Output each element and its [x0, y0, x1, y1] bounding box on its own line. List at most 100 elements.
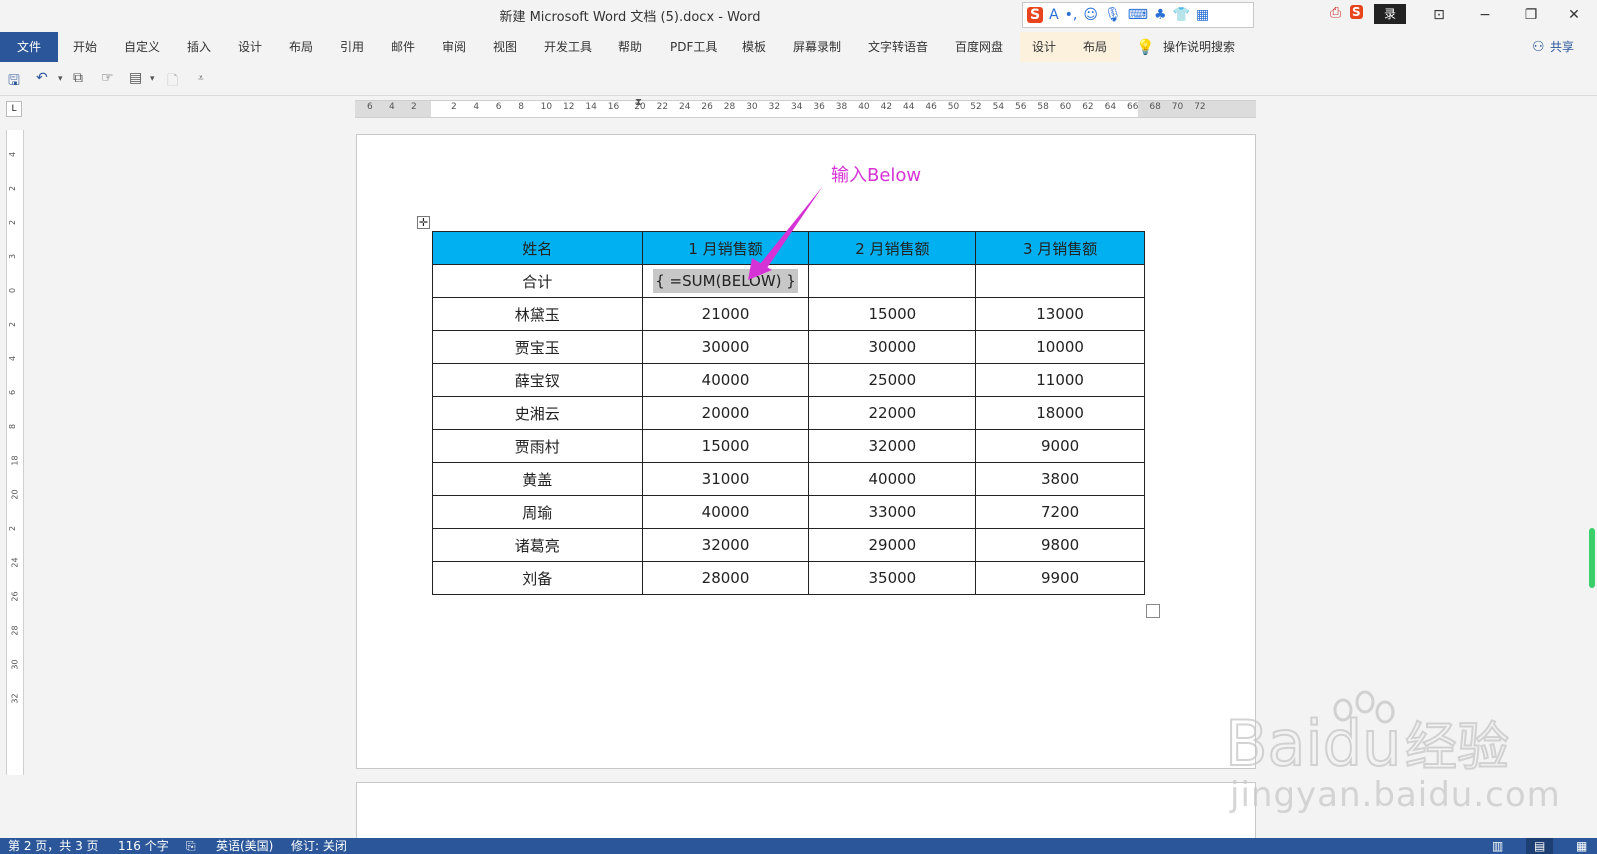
scrollbar-thumb[interactable]	[1589, 528, 1595, 588]
cell-jan[interactable]: 28000	[641, 561, 810, 595]
ime-tools-icon[interactable]: ♣	[1154, 8, 1167, 22]
cell-feb[interactable]: 30000	[808, 330, 977, 364]
close-icon[interactable]: ✕	[1551, 0, 1597, 30]
next-page[interactable]	[356, 782, 1256, 842]
total-feb-cell[interactable]	[808, 264, 977, 298]
tab-view[interactable]: 视图	[493, 32, 517, 62]
tab-insert[interactable]: 插入	[187, 32, 211, 62]
header-name[interactable]: 姓名	[432, 231, 643, 265]
cell-mar[interactable]: 13000	[975, 297, 1145, 331]
cell-feb[interactable]: 15000	[808, 297, 977, 331]
proofing-icon[interactable]: ⎘	[186, 838, 196, 854]
tab-pdf-tools[interactable]: PDF工具	[670, 32, 717, 62]
tab-home[interactable]: 开始	[73, 32, 97, 62]
sogou-tray-icon[interactable]: S	[1350, 5, 1363, 19]
cell-name[interactable]: 诸葛亮	[432, 528, 643, 562]
format-painter-icon[interactable]: ⧉	[73, 70, 83, 86]
ime-punct-icon[interactable]: •,	[1065, 8, 1078, 22]
web-layout-icon[interactable]: ▦	[1576, 838, 1587, 854]
cell-name[interactable]: 薛宝钗	[432, 363, 643, 397]
cell-jan[interactable]: 31000	[641, 462, 810, 496]
new-doc-icon[interactable]: 🗋	[167, 70, 178, 94]
cell-jan[interactable]: 15000	[641, 429, 810, 463]
tab-review[interactable]: 审阅	[442, 32, 466, 62]
page-count[interactable]: 第 2 页，共 3 页	[8, 838, 99, 854]
language-status[interactable]: 英语(美国)	[216, 838, 273, 854]
cell-mar[interactable]: 9000	[975, 429, 1145, 463]
table-move-handle-icon[interactable]: ✛	[417, 216, 430, 229]
cell-feb[interactable]: 25000	[808, 363, 977, 397]
tab-help[interactable]: 帮助	[618, 32, 642, 62]
tab-layout[interactable]: 布局	[289, 32, 313, 62]
cell-mar[interactable]: 9900	[975, 561, 1145, 595]
tab-table-design[interactable]: 设计	[1032, 32, 1056, 62]
horizontal-ruler[interactable]: 6 4 2 2 4 6 8 10 12 14 16 20 22 24 26 28 30 32 34 36 38 40 42 4…	[355, 97, 1256, 118]
sogou-logo-icon[interactable]: S	[1027, 7, 1044, 23]
ime-voice-icon[interactable]: 🎙	[1104, 8, 1122, 22]
header-feb[interactable]: 2 月销售额	[808, 231, 977, 265]
save-icon[interactable]: 🖫	[8, 70, 20, 94]
total-mar-cell[interactable]	[975, 264, 1145, 298]
cell-jan[interactable]: 40000	[641, 495, 810, 529]
cell-mar[interactable]: 10000	[975, 330, 1145, 364]
read-mode-icon[interactable]: ▥	[1492, 838, 1503, 854]
pdf-icon[interactable]: ⎙	[1330, 5, 1341, 21]
cell-name[interactable]: 史湘云	[432, 396, 643, 430]
ime-font-icon[interactable]: A	[1049, 8, 1059, 22]
cell-feb[interactable]: 22000	[808, 396, 977, 430]
cell-jan[interactable]: 20000	[641, 396, 810, 430]
tab-custom[interactable]: 自定义	[124, 32, 160, 62]
tab-baidu-netdisk[interactable]: 百度网盘	[955, 32, 1003, 62]
table-resize-handle[interactable]	[1146, 604, 1160, 618]
ime-toolbar[interactable]: S A •, ☺ 🎙 ⌨ ♣ 👕 ▦	[1022, 2, 1254, 28]
total-label[interactable]: 合计	[432, 264, 643, 298]
cell-mar[interactable]: 11000	[975, 363, 1145, 397]
cell-feb[interactable]: 29000	[808, 528, 977, 562]
undo-dropdown-icon[interactable]: ▾	[58, 74, 63, 84]
tab-developer[interactable]: 开发工具	[544, 32, 592, 62]
tab-text-to-speech[interactable]: 文字转语音	[868, 32, 928, 62]
ime-emoji-icon[interactable]: ☺	[1083, 8, 1098, 22]
cell-feb[interactable]: 40000	[808, 462, 977, 496]
tab-selector[interactable]: L	[6, 101, 22, 117]
cell-jan[interactable]: 32000	[641, 528, 810, 562]
cell-name[interactable]: 黄盖	[432, 462, 643, 496]
tab-table-layout[interactable]: 布局	[1083, 32, 1107, 62]
cell-name[interactable]: 周瑜	[432, 495, 643, 529]
cell-name[interactable]: 林黛玉	[432, 297, 643, 331]
share-button[interactable]: 共享	[1550, 32, 1574, 62]
vertical-ruler[interactable]: 4 2 2 3 0 2 4 6 8 18 20 2 24 26 28 30 32	[6, 130, 24, 775]
layout-icon[interactable]: ▤	[129, 70, 142, 86]
cell-mar[interactable]: 9800	[975, 528, 1145, 562]
undo-icon[interactable]: ↶	[36, 70, 48, 86]
cell-feb[interactable]: 33000	[808, 495, 977, 529]
cell-mar[interactable]: 3800	[975, 462, 1145, 496]
tab-design[interactable]: 设计	[238, 32, 262, 62]
ribbon-display-icon[interactable]: ⊡	[1416, 0, 1462, 30]
cell-mar[interactable]: 18000	[975, 396, 1145, 430]
cell-name[interactable]: 刘备	[432, 561, 643, 595]
tell-me-search[interactable]: 操作说明搜索	[1163, 32, 1235, 62]
cell-name[interactable]: 贾雨村	[432, 429, 643, 463]
cell-feb[interactable]: 35000	[808, 561, 977, 595]
cell-jan[interactable]: 40000	[641, 363, 810, 397]
cell-jan[interactable]: 21000	[641, 297, 810, 331]
customize-qat-icon[interactable]: ⩡	[198, 73, 204, 84]
track-changes-status[interactable]: 修订: 关闭	[291, 838, 347, 854]
print-layout-icon[interactable]: ▤	[1526, 838, 1554, 854]
touch-mode-icon[interactable]: ☞	[101, 70, 114, 86]
layout-dropdown-icon[interactable]: ▾	[150, 74, 155, 84]
tab-mailings[interactable]: 邮件	[391, 32, 415, 62]
cell-mar[interactable]: 7200	[975, 495, 1145, 529]
ime-menu-icon[interactable]: ▦	[1196, 8, 1209, 22]
ime-skin-icon[interactable]: 👕	[1173, 8, 1190, 22]
tab-templates[interactable]: 模板	[742, 32, 766, 62]
minimize-icon[interactable]: −	[1462, 0, 1508, 30]
word-count[interactable]: 116 个字	[118, 838, 169, 854]
header-mar[interactable]: 3 月销售额	[975, 231, 1145, 265]
tab-screen-record[interactable]: 屏幕录制	[793, 32, 841, 62]
tab-references[interactable]: 引用	[340, 32, 364, 62]
ime-keyboard-icon[interactable]: ⌨	[1128, 8, 1148, 22]
indent-marker-icon[interactable]: ⧗	[635, 97, 642, 108]
cell-name[interactable]: 贾宝玉	[432, 330, 643, 364]
